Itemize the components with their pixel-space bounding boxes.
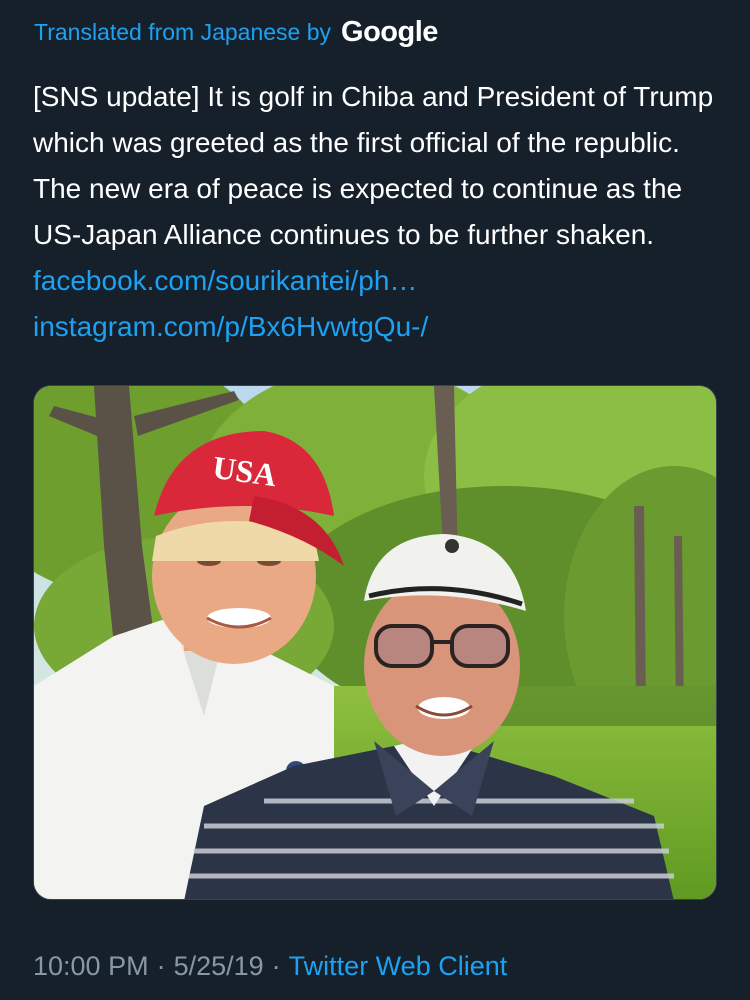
tweet-body: [SNS update] It is golf in Chiba and Pre… xyxy=(33,81,714,250)
meta-separator: · xyxy=(156,950,166,981)
tweet-time[interactable]: 10:00 PM xyxy=(33,951,149,982)
tweet-text: [SNS update] It is golf in Chiba and Pre… xyxy=(33,74,723,350)
selfie-image: USA xyxy=(34,386,716,899)
translation-attribution[interactable]: Translated from Japanese by Google xyxy=(34,14,438,50)
facebook-link[interactable]: facebook.com/sourikantei/ph… xyxy=(33,265,417,296)
instagram-link[interactable]: instagram.com/p/Bx6HvwtgQu-/ xyxy=(33,311,428,342)
tweet-client-link[interactable]: Twitter Web Client xyxy=(289,951,508,982)
google-logo: Google xyxy=(341,15,438,48)
meta-separator: · xyxy=(271,950,281,981)
tweet-meta: 10:00 PM · 5/25/19 · Twitter Web Client xyxy=(33,946,507,986)
translation-label: Translated from Japanese by xyxy=(34,18,332,45)
tweet-photo[interactable]: USA xyxy=(33,385,717,900)
tweet-date[interactable]: 5/25/19 xyxy=(174,951,264,982)
